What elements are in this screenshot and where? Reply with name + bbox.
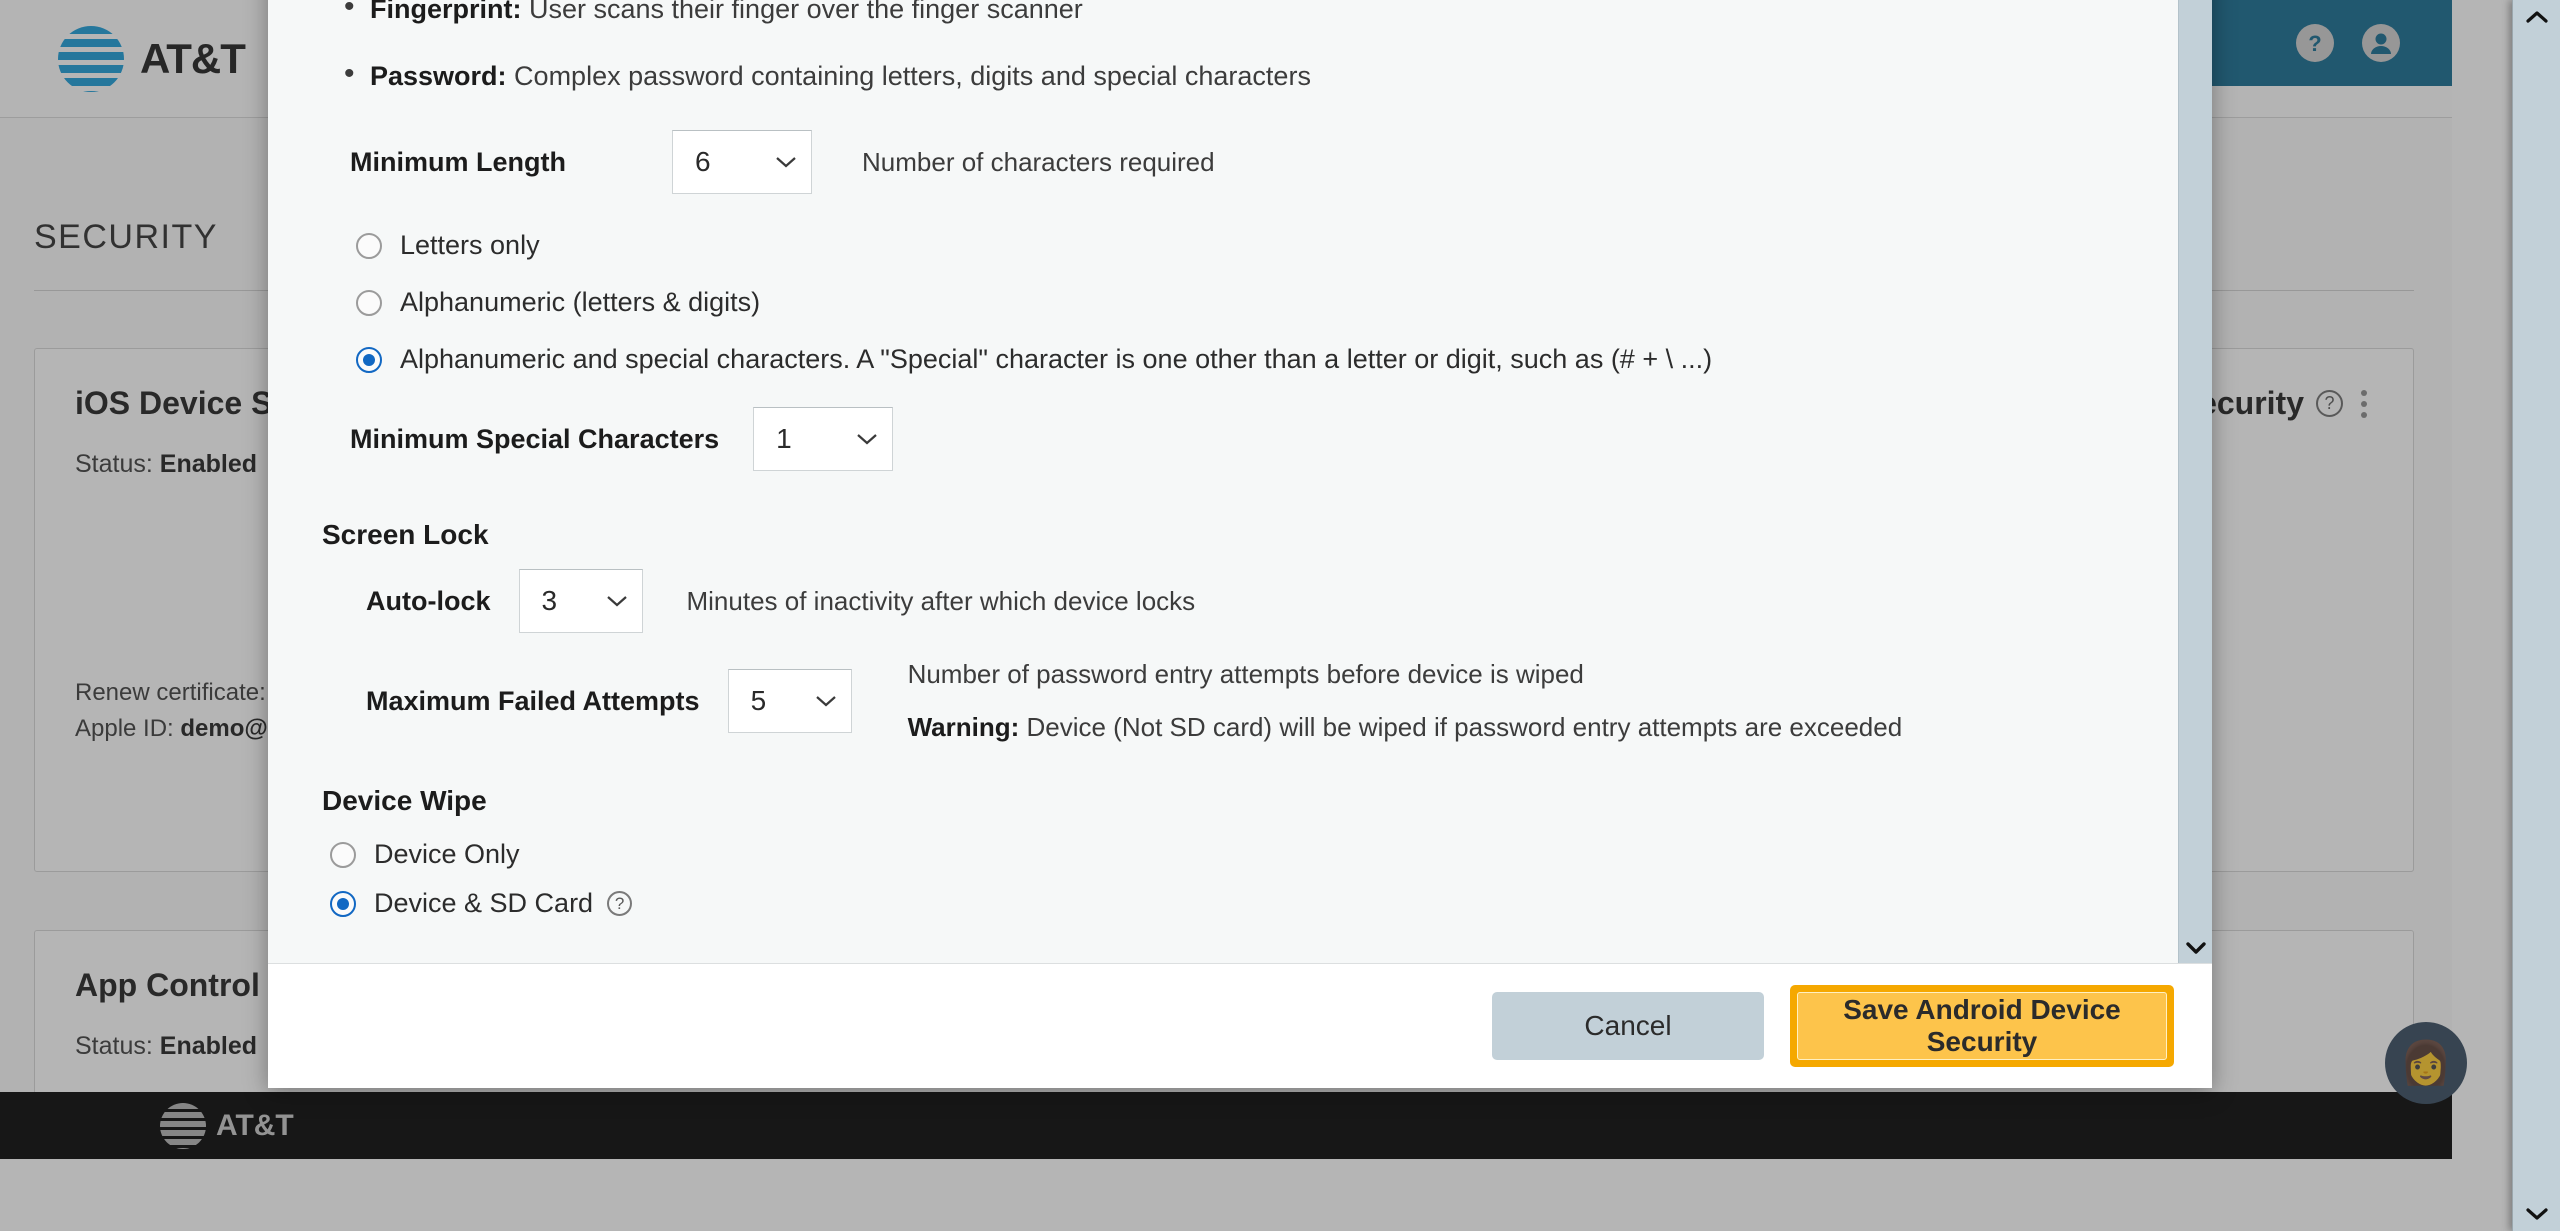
warning-text: Device (Not SD card) will be wiped if pa… bbox=[1019, 712, 1903, 742]
auto-lock-label: Auto-lock bbox=[366, 585, 491, 616]
chevron-down-icon bbox=[815, 694, 837, 708]
warning-term: Warning: bbox=[907, 712, 1020, 742]
minimum-length-select[interactable]: 6 bbox=[672, 130, 812, 194]
password-type-group: Letters only Alphanumeric (letters & dig… bbox=[356, 230, 2158, 375]
minimum-special-characters-row: Minimum Special Characters 1 bbox=[350, 407, 2158, 471]
dialog-scrollbar[interactable] bbox=[2178, 0, 2212, 963]
radio-letters-only[interactable]: Letters only bbox=[356, 230, 2158, 261]
radio-alphanumeric-special[interactable]: Alphanumeric and special characters. A "… bbox=[356, 344, 2158, 375]
bullet-term: Password: bbox=[370, 61, 507, 91]
minimum-length-hint: Number of characters required bbox=[862, 146, 1215, 177]
auth-method-list: Fingerprint: User scans their finger ove… bbox=[322, 0, 2158, 90]
radio-icon[interactable] bbox=[356, 232, 382, 259]
scroll-down-icon[interactable] bbox=[2179, 933, 2212, 963]
minimum-special-characters-label: Minimum Special Characters bbox=[350, 423, 720, 454]
auto-lock-value: 3 bbox=[541, 585, 558, 616]
max-failed-attempts-row: Maximum Failed Attempts 5 Number of pass… bbox=[366, 659, 2158, 743]
max-failed-attempts-notes: Number of password entry attempts before… bbox=[908, 659, 1903, 743]
chevron-down-icon bbox=[606, 594, 628, 608]
radio-icon[interactable] bbox=[356, 346, 382, 373]
browser-scrollbar[interactable] bbox=[2512, 0, 2560, 1231]
radio-icon[interactable] bbox=[356, 289, 382, 316]
cancel-button[interactable]: Cancel bbox=[1492, 992, 1764, 1060]
minimum-length-label: Minimum Length bbox=[350, 146, 566, 177]
radio-device-only[interactable]: Device Only bbox=[330, 839, 2158, 870]
save-button-focus-ring: Save Android Device Security bbox=[1790, 985, 2174, 1067]
radio-label: Alphanumeric and special characters. A "… bbox=[400, 344, 1713, 374]
max-failed-attempts-label: Maximum Failed Attempts bbox=[366, 685, 700, 716]
minimum-special-characters-select[interactable]: 1 bbox=[753, 407, 894, 471]
radio-icon[interactable] bbox=[330, 841, 356, 868]
radio-device-and-sd-card[interactable]: Device & SD Card ? bbox=[330, 888, 2158, 919]
device-wipe-group: Device Only Device & SD Card ? bbox=[330, 839, 2158, 919]
bullet-term: Fingerprint: bbox=[370, 0, 522, 24]
radio-label: Alphanumeric (letters & digits) bbox=[400, 287, 761, 317]
bullet-text: User scans their finger over the finger … bbox=[521, 0, 1083, 24]
scroll-down-icon[interactable] bbox=[2513, 1197, 2560, 1231]
minimum-length-value: 6 bbox=[695, 146, 711, 177]
chevron-down-icon bbox=[775, 155, 797, 169]
save-android-device-security-button[interactable]: Save Android Device Security bbox=[1797, 992, 2167, 1060]
list-item: Fingerprint: User scans their finger ove… bbox=[344, 0, 2158, 23]
max-failed-attempts-hint: Number of password entry attempts before… bbox=[907, 659, 1584, 689]
chevron-down-icon bbox=[856, 432, 878, 446]
dialog-body: Fingerprint: User scans their finger ove… bbox=[268, 0, 2212, 964]
max-failed-attempts-select[interactable]: 5 bbox=[727, 669, 852, 733]
minimum-special-characters-value: 1 bbox=[776, 423, 792, 454]
max-failed-attempts-value: 5 bbox=[750, 685, 767, 716]
scroll-up-icon[interactable] bbox=[2513, 0, 2560, 34]
bullet-text: Complex password containing letters, dig… bbox=[506, 61, 1311, 91]
max-failed-attempts-warning: Warning: Device (Not SD card) will be wi… bbox=[908, 712, 1903, 743]
minimum-length-row: Minimum Length 6 Number of characters re… bbox=[350, 130, 2158, 194]
radio-icon[interactable] bbox=[330, 890, 356, 917]
auto-lock-select[interactable]: 3 bbox=[518, 569, 643, 633]
list-item: Password: Complex password containing le… bbox=[344, 59, 2158, 91]
android-device-security-dialog: Fingerprint: User scans their finger ove… bbox=[268, 0, 2212, 1088]
radio-label: Device & SD Card bbox=[374, 888, 594, 918]
help-icon[interactable]: ? bbox=[607, 891, 633, 916]
dialog-footer: Cancel Save Android Device Security bbox=[268, 964, 2212, 1088]
auto-lock-hint: Minutes of inactivity after which device… bbox=[686, 585, 1196, 616]
device-wipe-heading: Device Wipe bbox=[322, 785, 487, 816]
screen-lock-heading: Screen Lock bbox=[322, 519, 489, 550]
radio-label: Letters only bbox=[400, 230, 540, 260]
radio-alphanumeric[interactable]: Alphanumeric (letters & digits) bbox=[356, 287, 2158, 318]
auto-lock-row: Auto-lock 3 Minutes of inactivity after … bbox=[366, 569, 2158, 633]
radio-label: Device Only bbox=[374, 839, 520, 869]
